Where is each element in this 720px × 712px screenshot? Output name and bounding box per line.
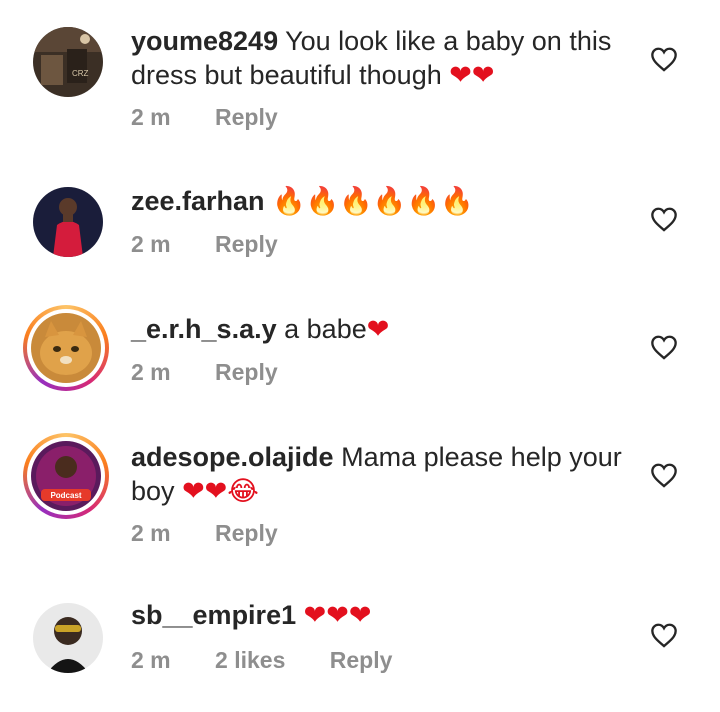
comment-text: _e.r.h_s.a.y a babe❤ [131, 312, 631, 347]
username[interactable]: youme8249 [131, 26, 278, 56]
heart-outline-icon[interactable] [650, 206, 678, 232]
avatar [31, 313, 101, 383]
avatar: Podcast [31, 441, 101, 511]
heart-outline-icon[interactable] [650, 46, 678, 72]
like-count[interactable]: 2 likes [215, 647, 285, 673]
emoji: ❤❤ [449, 60, 495, 91]
avatar-label: Podcast [50, 491, 81, 500]
comment-meta: 2 m Reply [131, 231, 316, 258]
emoji: ❤ [366, 314, 390, 345]
reply-button[interactable]: Reply [215, 231, 278, 257]
comment-meta: 2 m Reply [131, 359, 316, 386]
comment-text: adesope.olajide Mama please help your bo… [131, 440, 631, 509]
username[interactable]: zee.farhan [131, 186, 265, 216]
timestamp: 2 m [131, 647, 171, 673]
username[interactable]: _e.r.h_s.a.y [131, 314, 277, 344]
heart-outline-icon[interactable] [650, 334, 678, 360]
comment-meta: 2 m Reply [131, 104, 316, 131]
comment-body: a babe [284, 314, 367, 344]
avatar[interactable] [33, 187, 103, 257]
avatar[interactable] [33, 603, 103, 673]
story-ring[interactable]: Podcast [23, 433, 109, 519]
heart-outline-icon[interactable] [650, 462, 678, 488]
timestamp: 2 m [131, 359, 171, 385]
story-ring[interactable] [23, 305, 109, 391]
comment-text: zee.farhan 🔥🔥🔥🔥🔥🔥 [131, 184, 631, 219]
timestamp: 2 m [131, 231, 171, 257]
heart-outline-icon[interactable] [650, 622, 678, 648]
comment-text: sb__empire1 ❤❤❤ [131, 598, 631, 633]
comment-meta: 2 m 2 likes Reply [131, 647, 430, 674]
emoji: ❤❤❤ [303, 600, 372, 631]
reply-button[interactable]: Reply [330, 647, 393, 673]
avatar[interactable]: CRZ [33, 27, 103, 97]
reply-button[interactable]: Reply [215, 104, 278, 130]
reply-button[interactable]: Reply [215, 520, 278, 546]
emoji: 🔥🔥🔥🔥🔥🔥 [272, 186, 474, 217]
timestamp: 2 m [131, 520, 171, 546]
username[interactable]: adesope.olajide [131, 442, 334, 472]
emoji: ❤❤😂 [182, 476, 259, 507]
reply-button[interactable]: Reply [215, 359, 278, 385]
timestamp: 2 m [131, 104, 171, 130]
avatar-label: CRZ [72, 69, 89, 78]
comment-meta: 2 m Reply [131, 520, 316, 547]
username[interactable]: sb__empire1 [131, 600, 296, 630]
comment-text: youme8249 You look like a baby on this d… [131, 24, 631, 93]
